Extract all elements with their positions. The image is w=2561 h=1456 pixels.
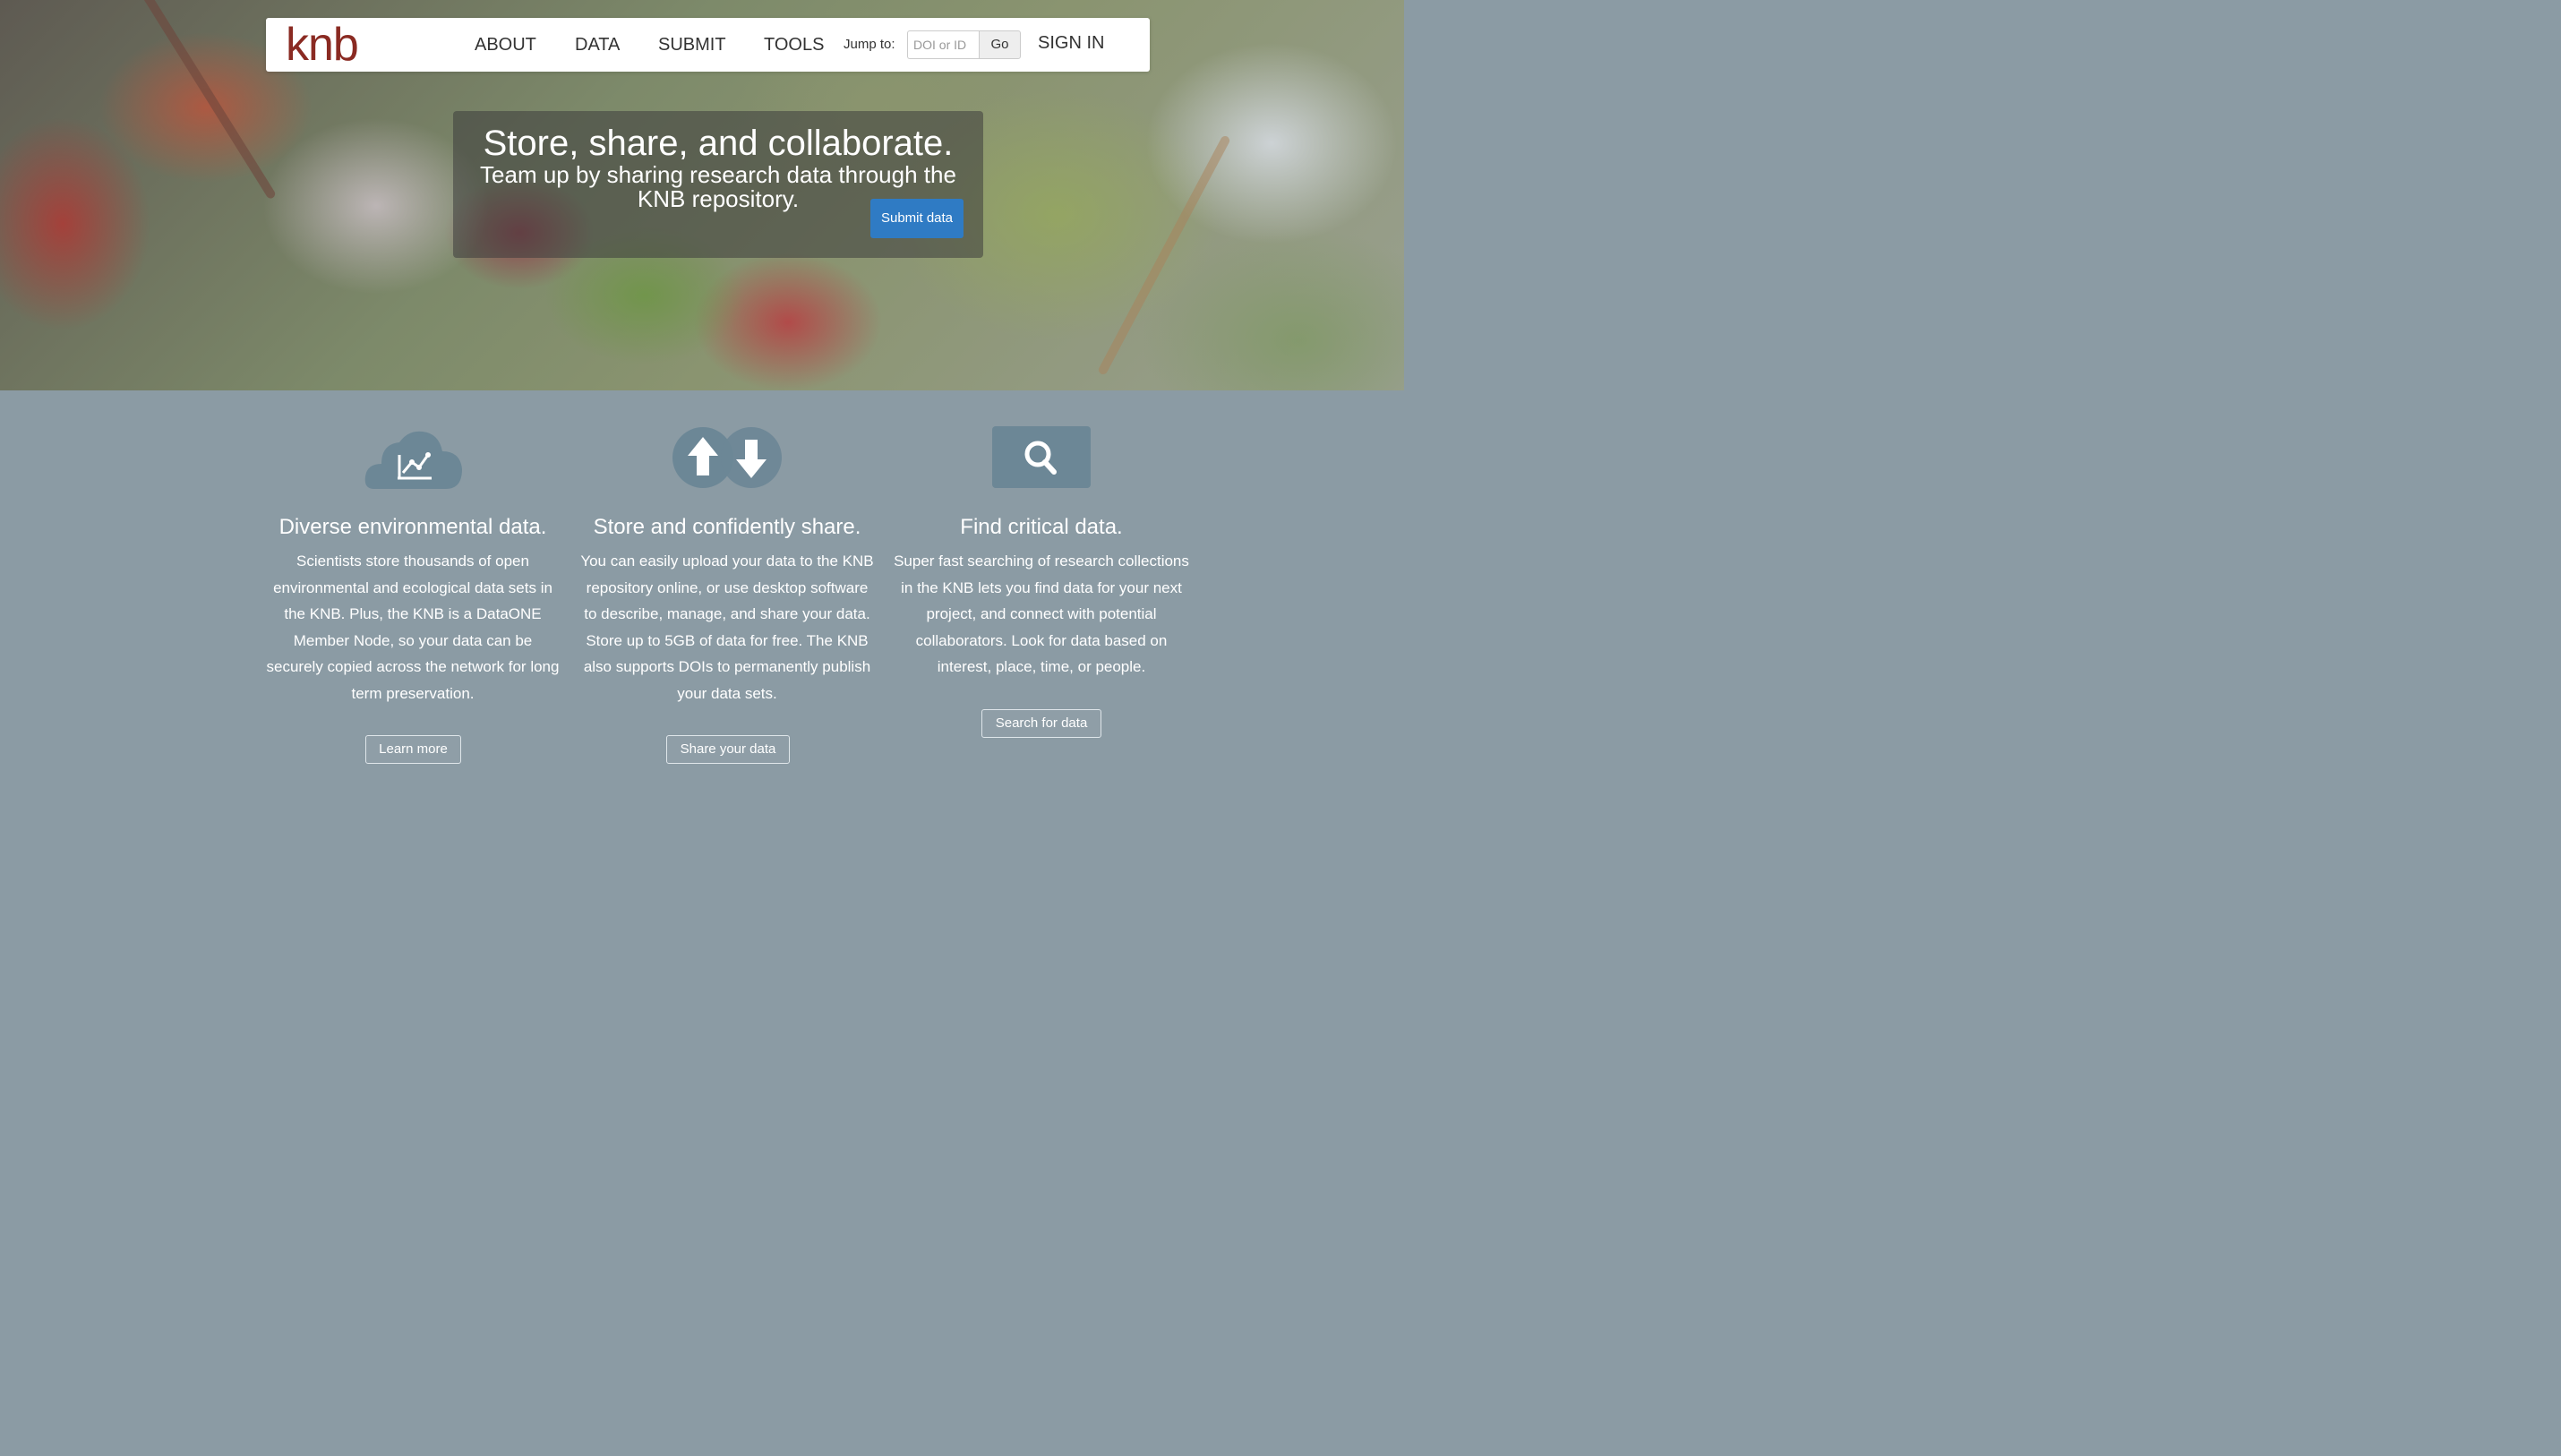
search-icon bbox=[992, 426, 1092, 493]
nav-link-tools[interactable]: TOOLS bbox=[764, 34, 824, 56]
learn-more-button[interactable]: Learn more bbox=[365, 735, 461, 764]
sign-in-link[interactable]: SIGN IN bbox=[1038, 33, 1104, 54]
nav-link-submit[interactable]: SUBMIT bbox=[658, 34, 726, 56]
jump-to-input[interactable] bbox=[907, 30, 979, 59]
feature-text: Scientists store thousands of open envir… bbox=[266, 552, 560, 702]
upload-download-icon bbox=[672, 426, 783, 493]
search-for-data-button[interactable]: Search for data bbox=[981, 709, 1101, 738]
feature-text: You can easily upload your data to the K… bbox=[580, 552, 874, 702]
jump-to-label: Jump to: bbox=[844, 37, 895, 52]
hero-decor-stem bbox=[1097, 134, 1231, 376]
go-button[interactable]: Go bbox=[979, 30, 1021, 59]
cloud-chart-icon bbox=[364, 421, 464, 495]
nav-link-data[interactable]: DATA bbox=[575, 34, 620, 56]
hero-title: Store, share, and collaborate. bbox=[483, 124, 954, 163]
hero-decor-stem bbox=[116, 0, 278, 201]
submit-data-button[interactable]: Submit data bbox=[870, 199, 964, 238]
nav-link-about[interactable]: ABOUT bbox=[475, 34, 536, 56]
hero-callout: Store, share, and collaborate. Team up b… bbox=[453, 111, 983, 258]
site-logo[interactable]: knb bbox=[286, 21, 359, 69]
feature-heading: Find critical data. bbox=[960, 515, 1123, 539]
navbar: knb ABOUT DATA SUBMIT TOOLS Jump to: Go … bbox=[266, 18, 1150, 72]
share-your-data-button[interactable]: Share your data bbox=[666, 735, 790, 764]
feature-heading: Store and confidently share. bbox=[593, 515, 861, 539]
feature-text: Super fast searching of research collect… bbox=[894, 552, 1189, 676]
feature-heading: Diverse environmental data. bbox=[278, 515, 547, 539]
